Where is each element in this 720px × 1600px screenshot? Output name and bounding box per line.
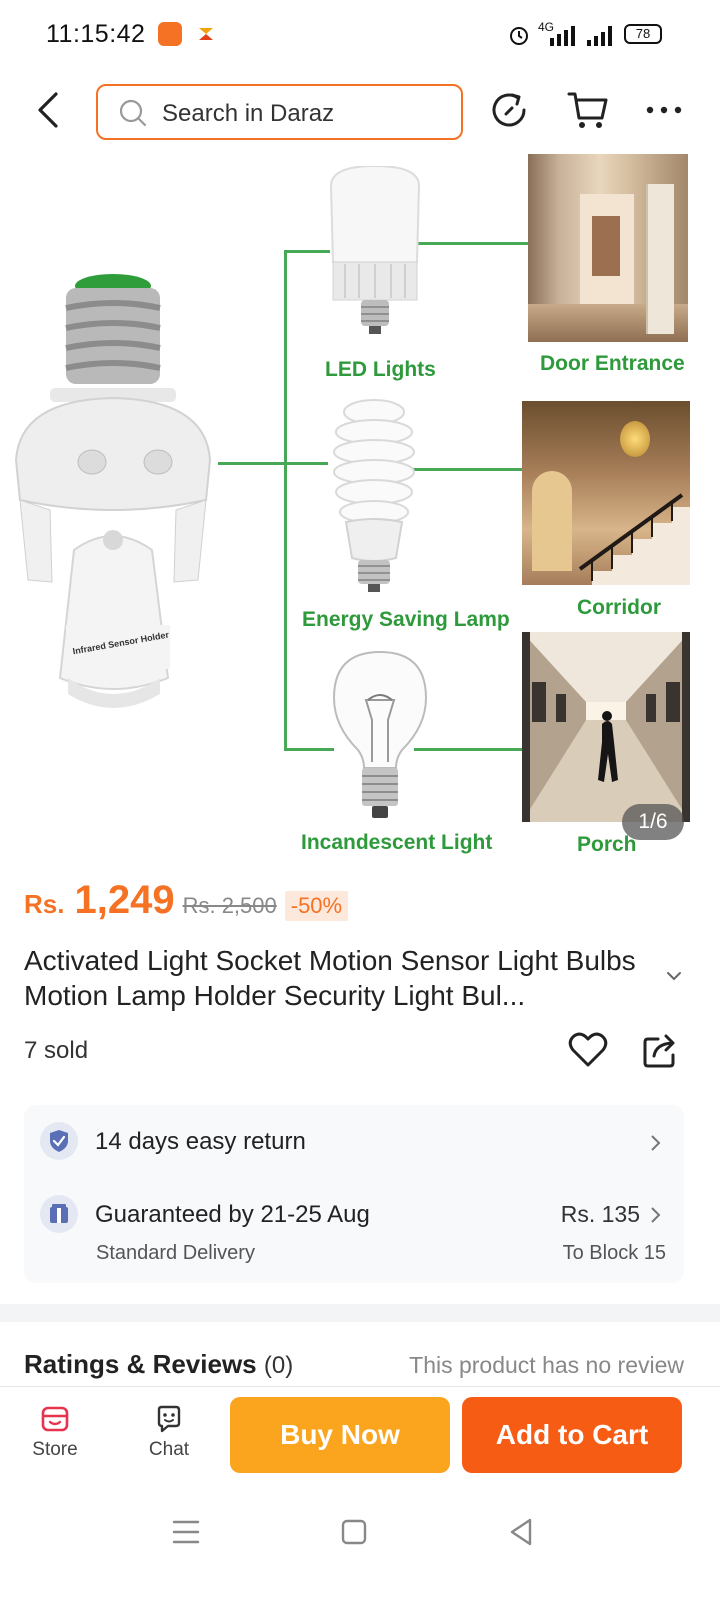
service-info-card: 14 days easy return Guaranteed by 21-25 … [24, 1105, 684, 1283]
buy-now-button[interactable]: Buy Now [230, 1397, 450, 1473]
connector-line [414, 748, 522, 751]
ship-to-location: To Block 15 [562, 1242, 666, 1264]
sold-count: 7 sold [24, 1037, 89, 1064]
search-icon [119, 99, 147, 127]
section-divider [0, 1304, 720, 1322]
chevron-down-icon[interactable] [664, 966, 684, 986]
home-icon[interactable] [334, 1512, 374, 1552]
notification-app-icon [199, 28, 213, 40]
chat-label: Chat [148, 1439, 190, 1460]
reviews-count: (0) [263, 1352, 294, 1379]
label-corridor: Corridor [577, 596, 661, 619]
signal-icon-1 [550, 26, 575, 46]
label-porch: Porch [577, 833, 637, 856]
image-page-indicator: 1/6 [622, 804, 684, 840]
current-price: 1,249 [74, 878, 175, 922]
bottom-action-bar: Store Chat Buy Now Add to Cart [0, 1386, 720, 1486]
corridor-photo [522, 401, 690, 585]
price-row: Rs. 1,249 Rs. 2,500 -50% [24, 878, 349, 928]
store-icon [41, 1406, 69, 1432]
signal-icon-2 [587, 26, 612, 46]
connector-line [412, 468, 522, 471]
chat-icon [157, 1405, 181, 1433]
chevron-right-icon [651, 1135, 661, 1151]
connector-line [418, 242, 528, 245]
price-currency: Rs. [24, 889, 65, 919]
store-button[interactable]: Store [20, 1387, 90, 1467]
shipping-price: Rs. 135 [560, 1201, 640, 1227]
top-header: Search in Daraz [0, 76, 720, 146]
energy-saving-lamp-image [333, 399, 415, 592]
connector-line [284, 250, 287, 750]
chevron-right-icon [651, 1207, 661, 1223]
store-label: Store [32, 1439, 78, 1460]
return-policy-row[interactable]: 14 days easy return [24, 1105, 684, 1179]
incandescent-bulb-image [332, 650, 428, 818]
label-door-entrance: Door Entrance [540, 352, 685, 375]
product-image-gallery[interactable]: Infrared Sensor Holder LED Lights Door E… [0, 150, 720, 862]
shield-check-icon [40, 1122, 78, 1160]
search-placeholder: Search in Daraz [162, 100, 335, 127]
heart-icon[interactable] [568, 1030, 608, 1070]
status-bar: 11:15:42 4G 78 [0, 0, 720, 70]
ratings-reviews-heading[interactable]: Ratings & Reviews (0) [24, 1349, 293, 1380]
status-time: 11:15:42 [46, 20, 146, 48]
chat-button[interactable]: Chat [134, 1387, 204, 1467]
label-incandescent-light: Incandescent Light [301, 831, 493, 854]
delivery-guarantee-text: Guaranteed by 21-25 Aug [95, 1201, 370, 1228]
add-to-cart-button[interactable]: Add to Cart [462, 1397, 682, 1473]
door-entrance-photo [528, 154, 688, 342]
more-options-icon[interactable] [644, 90, 684, 130]
system-navigation-bar [0, 1490, 720, 1600]
delivery-box-icon [40, 1195, 78, 1233]
connector-line [284, 748, 334, 751]
delivery-row[interactable]: Guaranteed by 21-25 Aug Standard Deliver… [24, 1179, 684, 1283]
search-bar[interactable]: Search in Daraz [96, 84, 463, 140]
no-review-text: This product has no review [409, 1352, 684, 1378]
connector-line [218, 462, 328, 465]
battery-indicator: 78 [624, 24, 662, 44]
porch-photo [522, 632, 690, 822]
history-icon[interactable] [490, 88, 530, 132]
discount-badge: -50% [284, 891, 349, 921]
connector-line [284, 250, 330, 253]
original-price: Rs. 2,500 [182, 893, 277, 918]
product-title: Activated Light Socket Motion Sensor Lig… [24, 945, 636, 1011]
return-policy-text: 14 days easy return [95, 1128, 306, 1155]
sensor-socket-image [14, 274, 212, 708]
delivery-type-text: Standard Delivery [96, 1242, 255, 1264]
label-led-lights: LED Lights [325, 358, 436, 381]
label-energy-saving-lamp: Energy Saving Lamp [302, 608, 510, 631]
share-icon[interactable] [642, 1031, 678, 1069]
cart-icon[interactable] [566, 88, 610, 132]
back-arrow-icon[interactable] [28, 88, 68, 132]
ratings-reviews-title: Ratings & Reviews [24, 1349, 257, 1379]
alarm-icon [510, 27, 528, 45]
led-bulb-image [329, 166, 421, 334]
back-triangle-icon[interactable] [502, 1512, 542, 1552]
recent-apps-icon[interactable] [166, 1512, 206, 1552]
daraz-notification-icon [158, 22, 182, 46]
